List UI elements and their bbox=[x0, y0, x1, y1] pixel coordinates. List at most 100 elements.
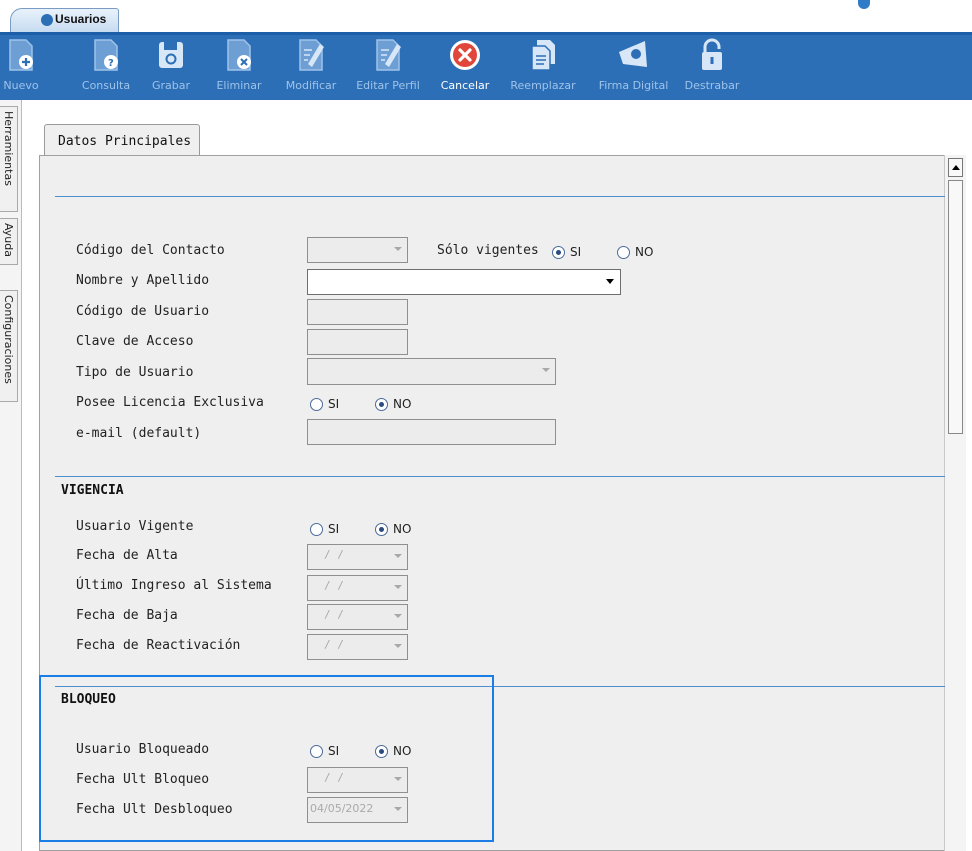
firma-digital-label: Firma Digital bbox=[598, 79, 669, 92]
tab-datos-principales[interactable]: Datos Principales bbox=[44, 124, 200, 156]
corner-indicator-icon bbox=[858, 0, 870, 9]
solo-vigentes-label: Sólo vigentes bbox=[437, 243, 539, 258]
usuario-vigente-no-radio[interactable] bbox=[375, 523, 388, 536]
section-divider bbox=[55, 196, 945, 197]
solo-vigentes-no-label: NO bbox=[635, 245, 654, 259]
ultimo-ingreso-label: Último Ingreso al Sistema bbox=[76, 578, 272, 593]
clave-acceso-label: Clave de Acceso bbox=[76, 334, 194, 349]
side-tab-herramientas-label: Herramientas bbox=[2, 111, 15, 186]
destrabar-label: Destrabar bbox=[684, 79, 740, 92]
toolbar: Nuevo ? Consulta Grabar Eliminar Modific… bbox=[0, 32, 972, 100]
editar-perfil-label: Editar Perfil bbox=[356, 79, 420, 92]
chevron-down-icon bbox=[394, 614, 402, 618]
scroll-up-button[interactable] bbox=[948, 158, 963, 177]
tipo-usuario-select[interactable] bbox=[307, 358, 556, 385]
bloqueo-highlight-box bbox=[39, 675, 494, 842]
usuario-vigente-si-radio[interactable] bbox=[310, 523, 323, 536]
app-window: Usuarios Nuevo ? Consulta Grabar Elimina… bbox=[0, 0, 972, 851]
grabar-button[interactable]: Grabar bbox=[148, 35, 194, 99]
chevron-down-icon bbox=[394, 585, 402, 589]
codigo-usuario-input[interactable] bbox=[307, 299, 408, 325]
fecha-baja-datepicker[interactable]: / / bbox=[307, 604, 408, 630]
chevron-down-icon bbox=[542, 368, 550, 372]
nuevo-button[interactable]: Nuevo bbox=[0, 35, 42, 99]
clave-acceso-input[interactable] bbox=[307, 329, 408, 355]
nombre-apellido-select[interactable] bbox=[307, 269, 621, 295]
solo-vigentes-no-radio[interactable] bbox=[617, 246, 630, 259]
usuario-vigente-label: Usuario Vigente bbox=[76, 519, 194, 534]
consulta-label: Consulta bbox=[81, 79, 131, 92]
chevron-down-icon bbox=[606, 279, 614, 284]
codigo-contacto-label: Código del Contacto bbox=[76, 243, 225, 258]
licencia-si-radio[interactable] bbox=[310, 398, 323, 411]
chevron-down-icon bbox=[394, 247, 402, 251]
ultimo-ingreso-datepicker[interactable]: / / bbox=[307, 575, 408, 601]
modificar-button[interactable]: Modificar bbox=[279, 35, 343, 99]
eliminar-button[interactable]: Eliminar bbox=[211, 35, 267, 99]
cancelar-label: Cancelar bbox=[440, 79, 490, 92]
usuario-vigente-si-label: SI bbox=[328, 522, 340, 536]
modificar-label: Modificar bbox=[285, 79, 337, 92]
tab-marker-icon bbox=[41, 14, 53, 26]
solo-vigentes-si-label: SI bbox=[570, 245, 582, 259]
side-tab-configuraciones-label: Configuraciones bbox=[2, 295, 15, 384]
destrabar-button[interactable]: Destrabar bbox=[683, 35, 741, 99]
fecha-alta-value: / / bbox=[324, 548, 344, 561]
unlock-icon bbox=[702, 38, 722, 70]
tipo-usuario-label: Tipo de Usuario bbox=[76, 365, 194, 380]
licencia-no-radio[interactable] bbox=[375, 398, 388, 411]
edit-doc-icon bbox=[299, 39, 324, 71]
ultimo-ingreso-value: / / bbox=[324, 579, 344, 592]
cancelar-button[interactable]: Cancelar bbox=[436, 35, 494, 99]
nuevo-label: Nuevo bbox=[3, 79, 39, 92]
side-tab-ayuda[interactable]: Ayuda bbox=[0, 218, 18, 265]
fecha-alta-datepicker[interactable]: / / bbox=[307, 544, 408, 570]
codigo-usuario-label: Código de Usuario bbox=[76, 304, 210, 319]
chevron-down-icon bbox=[394, 644, 402, 648]
nombre-apellido-label: Nombre y Apellido bbox=[76, 273, 210, 288]
fecha-baja-label: Fecha de Baja bbox=[76, 608, 178, 623]
vigencia-title: VIGENCIA bbox=[61, 483, 124, 498]
edit-profile-icon bbox=[376, 39, 401, 71]
digital-signature-icon bbox=[618, 41, 647, 67]
tab-usuarios[interactable]: Usuarios bbox=[10, 8, 119, 32]
tab-usuarios-label: Usuarios bbox=[55, 12, 107, 26]
scroll-thumb[interactable] bbox=[948, 180, 963, 434]
save-icon bbox=[159, 42, 183, 68]
licencia-no-label: NO bbox=[393, 397, 412, 411]
fecha-reactivacion-label: Fecha de Reactivación bbox=[76, 638, 241, 653]
side-tab-herramientas[interactable]: Herramientas bbox=[0, 106, 18, 212]
consulta-button[interactable]: ? Consulta bbox=[76, 35, 136, 99]
usuario-vigente-no-label: NO bbox=[393, 522, 412, 536]
email-input[interactable] bbox=[307, 419, 556, 445]
side-tab-strip: Herramientas Ayuda Configuraciones bbox=[0, 100, 22, 851]
delete-doc-icon bbox=[227, 39, 251, 71]
codigo-contacto-select[interactable] bbox=[307, 237, 408, 263]
editar-perfil-button[interactable]: Editar Perfil bbox=[351, 35, 425, 99]
cancel-icon bbox=[450, 40, 480, 70]
new-doc-icon bbox=[9, 39, 33, 71]
window-tab-strip: Usuarios bbox=[0, 0, 972, 32]
fecha-reactivacion-value: / / bbox=[324, 638, 344, 651]
reemplazar-label: Reemplazar bbox=[510, 79, 576, 92]
licencia-exclusiva-label: Posee Licencia Exclusiva bbox=[76, 395, 264, 410]
solo-vigentes-si-radio[interactable] bbox=[552, 246, 565, 259]
reemplazar-button[interactable]: Reemplazar bbox=[505, 35, 581, 99]
query-doc-icon: ? bbox=[94, 39, 118, 71]
svg-text:?: ? bbox=[108, 58, 114, 69]
side-tab-ayuda-label: Ayuda bbox=[2, 223, 15, 257]
licencia-si-label: SI bbox=[328, 397, 340, 411]
tab-datos-principales-label: Datos Principales bbox=[58, 134, 192, 149]
fecha-baja-value: / / bbox=[324, 608, 344, 621]
email-label: e-mail (default) bbox=[76, 426, 202, 441]
replace-doc-icon bbox=[531, 40, 555, 71]
side-tab-configuraciones[interactable]: Configuraciones bbox=[0, 290, 18, 402]
grabar-label: Grabar bbox=[151, 79, 191, 92]
eliminar-label: Eliminar bbox=[216, 79, 262, 92]
section-divider bbox=[55, 476, 945, 477]
vertical-scrollbar[interactable] bbox=[944, 155, 966, 851]
firma-digital-button[interactable]: Firma Digital bbox=[591, 35, 676, 99]
fecha-reactivacion-datepicker[interactable]: / / bbox=[307, 634, 408, 660]
chevron-down-icon bbox=[394, 554, 402, 558]
fecha-alta-label: Fecha de Alta bbox=[76, 548, 178, 563]
